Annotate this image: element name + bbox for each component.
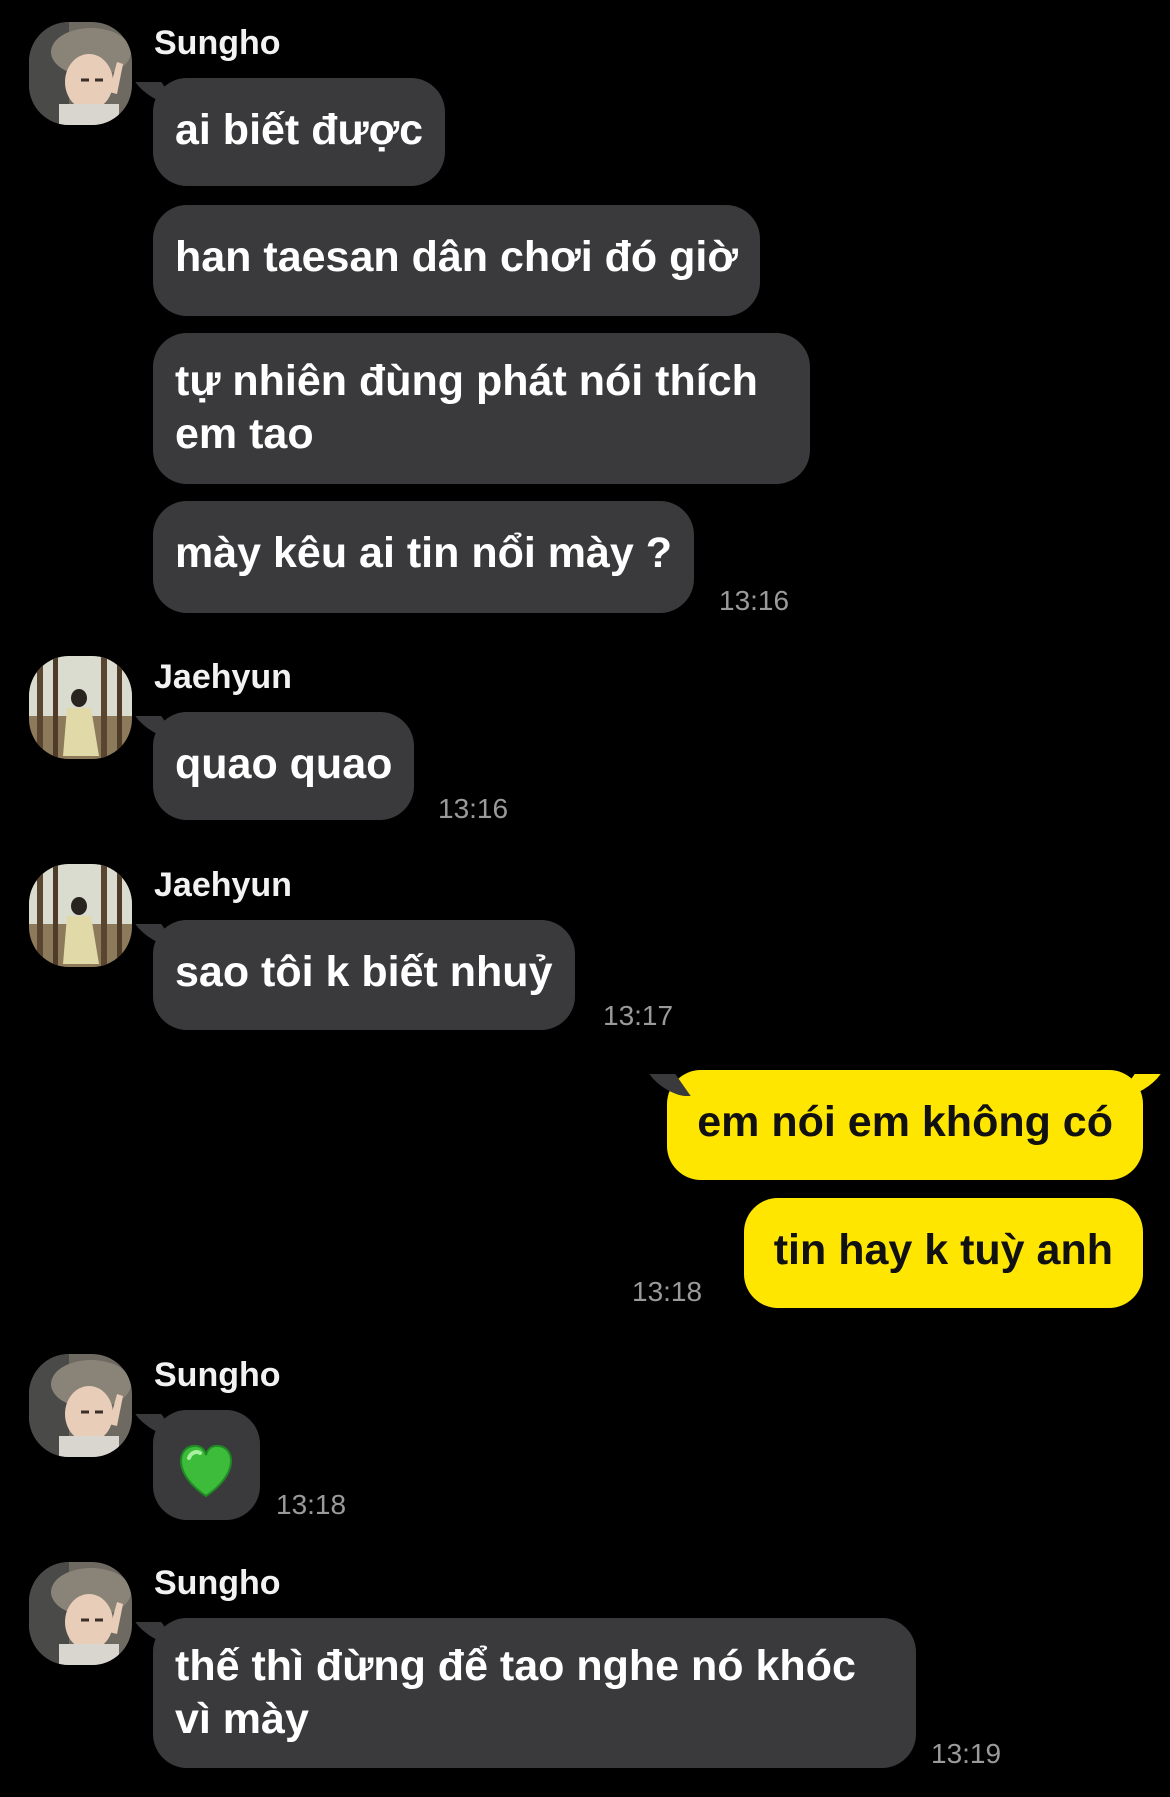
sender-name: Jaehyun — [154, 658, 292, 696]
message-bubble[interactable]: ai biết được — [153, 78, 446, 186]
message-timestamp: 13:18 — [632, 1276, 703, 1307]
message-timestamp: 13:19 — [931, 1738, 1002, 1769]
outgoing-message-bubble[interactable]: tin hay k tuỳ anh — [743, 1198, 1143, 1308]
sender-name: Sungho — [154, 1356, 281, 1394]
sender-name: Sungho — [154, 24, 281, 62]
message-bubble[interactable]: thế thì đừng để tao nghe nó khóc vì mày — [153, 1618, 916, 1768]
message-timestamp: 13:18 — [276, 1489, 347, 1520]
chat-message-list[interactable]: Sungho ai biết được han taesan dân chơi … — [0, 0, 1170, 1797]
sender-name: Jaehyun — [154, 866, 292, 904]
sender-name: Sungho — [154, 1564, 281, 1602]
message-bubble[interactable]: quao quao — [153, 712, 415, 820]
outgoing-message-bubble[interactable]: em nói em không có — [667, 1070, 1143, 1180]
message-bubble[interactable] — [153, 1410, 260, 1520]
message-bubble[interactable]: han taesan dân chơi đó giờ — [153, 205, 760, 316]
message-timestamp: 13:16 — [438, 793, 509, 824]
message-timestamp: 13:17 — [603, 1000, 674, 1031]
sungho-avatar[interactable] — [29, 1354, 132, 1457]
message-bubble[interactable]: tự nhiên đùng phát nói thích em tao — [153, 333, 810, 484]
sungho-avatar[interactable] — [29, 1562, 132, 1665]
sungho-avatar[interactable] — [29, 22, 132, 125]
green-heart-emoji — [180, 1444, 232, 1498]
jaehyun-avatar[interactable] — [29, 864, 132, 967]
message-bubble[interactable]: sao tôi k biết nhuỷ — [153, 920, 575, 1030]
message-timestamp: 13:16 — [719, 585, 790, 616]
jaehyun-avatar[interactable] — [29, 656, 132, 759]
message-bubble[interactable]: mày kêu ai tin nổi mày ? — [153, 501, 695, 613]
